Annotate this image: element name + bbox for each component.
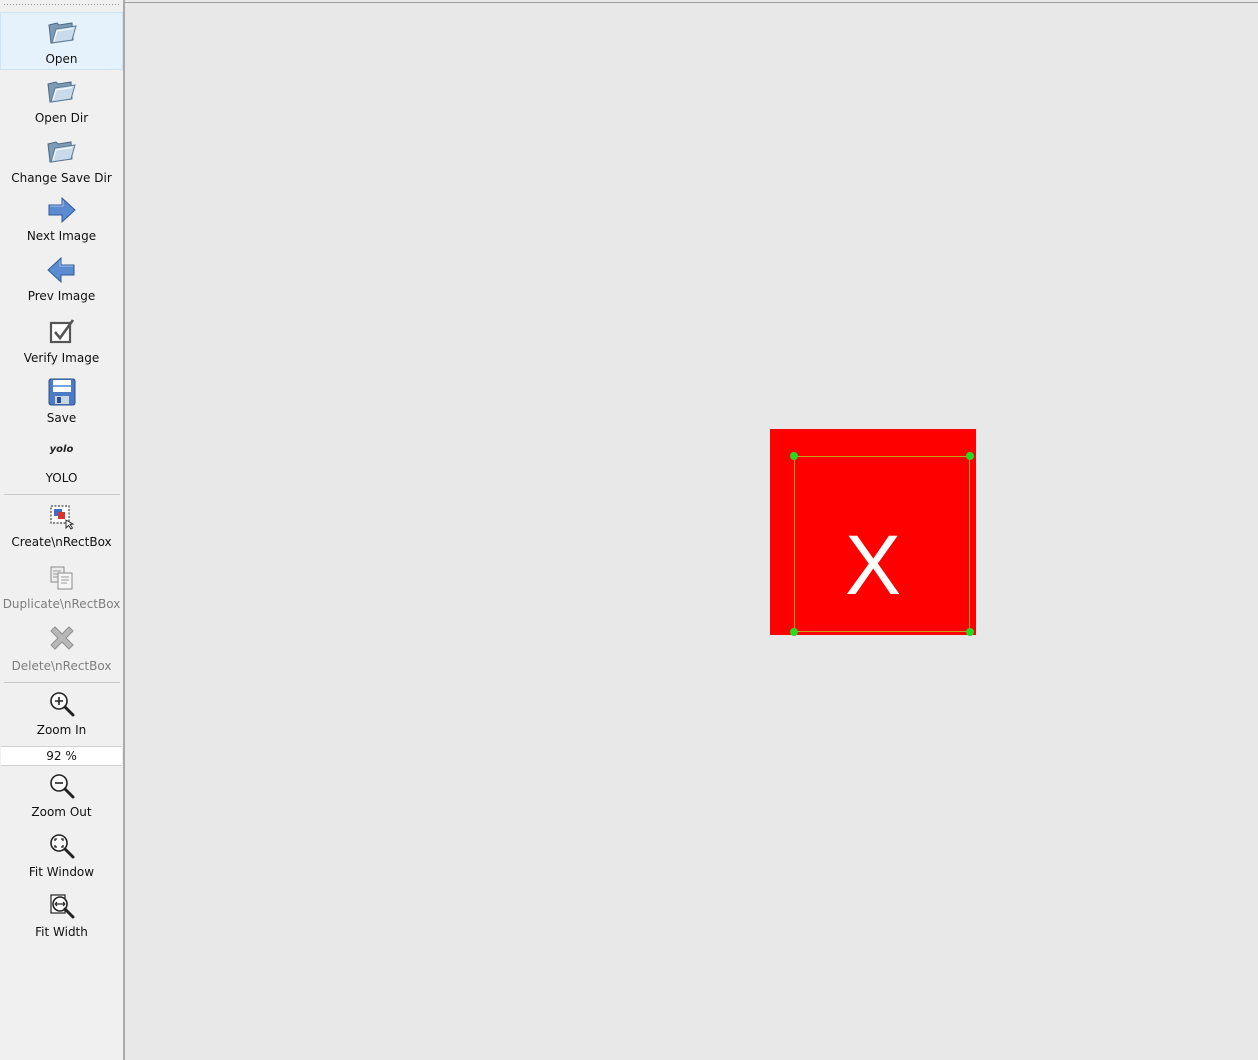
toolbar-separator — [4, 494, 120, 495]
loaded-image[interactable]: X — [770, 429, 976, 636]
bounding-box[interactable] — [794, 456, 970, 632]
bbox-handle-bottom-right[interactable] — [966, 628, 974, 636]
fit-width-label: Fit Width — [35, 925, 88, 939]
fit-width-button[interactable]: Fit Width — [0, 888, 123, 944]
bbox-handle-top-right[interactable] — [966, 452, 974, 460]
labelimg-window: Open Open Dir Change Save Dir Next Image… — [0, 0, 1258, 1060]
folder-open-icon — [47, 81, 76, 103]
prev-image-button[interactable]: Prev Image — [0, 252, 123, 306]
zoom-out-icon — [50, 774, 75, 799]
save-label: Save — [46, 411, 77, 425]
create-rectbox-label: Create\nRectBox — [11, 535, 112, 549]
toolbar-separator — [4, 682, 120, 683]
duplicate-rectbox-label: Duplicate\nRectBox — [2, 597, 121, 611]
folder-open-icon — [47, 141, 76, 163]
zoom-out-label: Zoom Out — [31, 805, 92, 819]
save-button[interactable]: Save — [0, 374, 123, 428]
zoom-value-spinbox[interactable]: 92 % — [1, 746, 122, 766]
create-box-icon — [50, 505, 75, 530]
open-label: Open — [45, 52, 78, 66]
folder-open-icon — [48, 22, 77, 44]
open-button[interactable]: Open — [0, 12, 123, 70]
next-image-button[interactable]: Next Image — [0, 192, 123, 246]
next-image-label: Next Image — [26, 229, 97, 243]
fit-window-button[interactable]: Fit Window — [0, 828, 123, 884]
create-rectbox-button[interactable]: Create\nRectBox — [0, 498, 123, 552]
delete-rectbox-label: Delete\nRectBox — [11, 659, 112, 673]
fit-width-icon — [50, 894, 75, 919]
annotation-canvas[interactable]: X — [125, 2, 1258, 1060]
zoom-in-button[interactable]: Zoom In — [0, 686, 123, 742]
yolo-label: YOLO — [45, 471, 78, 485]
verify-image-label: Verify Image — [23, 351, 100, 365]
yolo-logo-icon: yolo — [49, 444, 74, 455]
yolo-format-button[interactable]: yolo YOLO — [0, 434, 123, 488]
checkbox-icon — [49, 319, 75, 344]
zoom-in-label: Zoom In — [36, 723, 87, 737]
arrow-right-icon — [48, 196, 76, 224]
zoom-out-button[interactable]: Zoom Out — [0, 768, 123, 824]
delete-rectbox-button[interactable]: Delete\nRectBox — [0, 622, 123, 678]
arrow-left-icon — [47, 256, 75, 284]
change-save-dir-button[interactable]: Change Save Dir — [0, 132, 123, 188]
delete-x-icon — [50, 626, 74, 650]
duplicate-rectbox-button[interactable]: Duplicate\nRectBox — [0, 560, 123, 614]
verify-image-button[interactable]: Verify Image — [0, 314, 123, 368]
floppy-disk-icon — [48, 378, 76, 406]
change-save-dir-label: Change Save Dir — [11, 171, 112, 185]
fit-window-icon — [50, 834, 75, 859]
bbox-handle-bottom-left[interactable] — [790, 628, 798, 636]
open-dir-button[interactable]: Open Dir — [0, 72, 123, 128]
open-dir-label: Open Dir — [34, 111, 89, 125]
fit-window-label: Fit Window — [28, 865, 95, 879]
zoom-in-icon — [50, 692, 75, 717]
prev-image-label: Prev Image — [27, 289, 96, 303]
bbox-handle-top-left[interactable] — [790, 452, 798, 460]
duplicate-icon — [50, 566, 73, 590]
toolbar-grip[interactable] — [3, 3, 120, 6]
left-toolbar: Open Open Dir Change Save Dir Next Image… — [0, 0, 125, 1060]
